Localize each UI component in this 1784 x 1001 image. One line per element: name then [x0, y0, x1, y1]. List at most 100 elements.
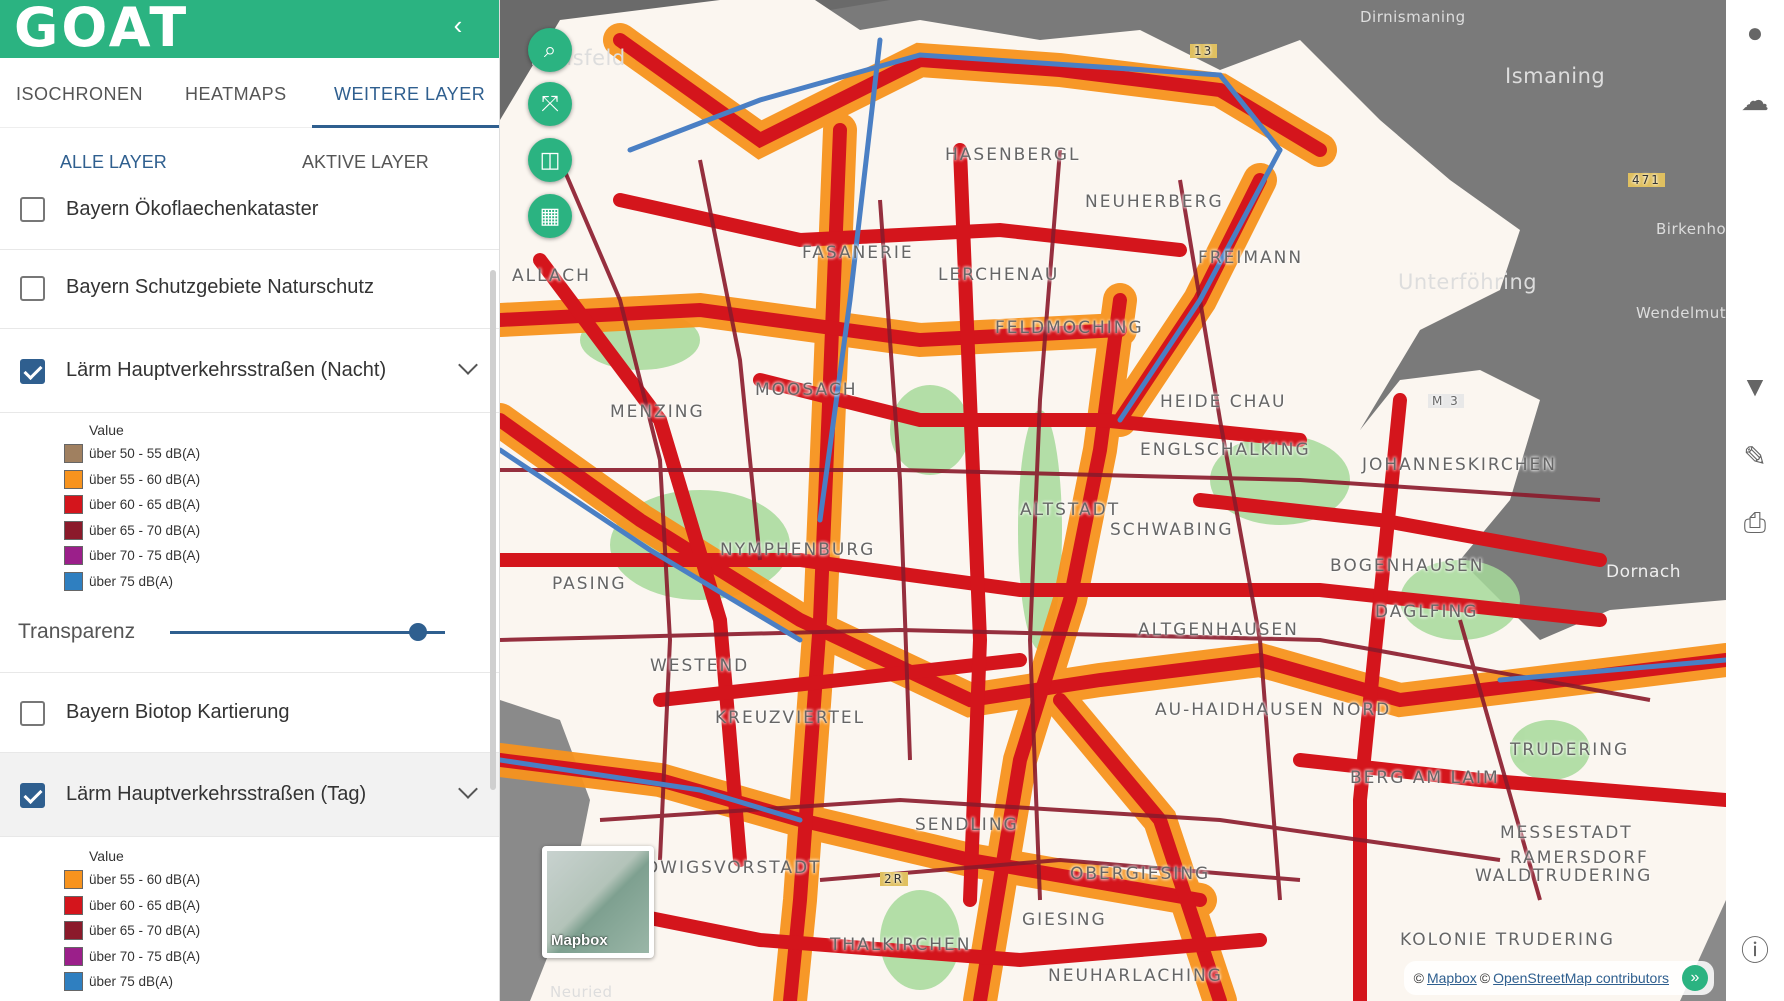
legend-swatch [64, 870, 83, 890]
attribution-toggle-button[interactable]: » [1682, 965, 1708, 991]
layer-checkbox[interactable] [20, 197, 45, 222]
map-label: ALTGENHAUSEN [1138, 620, 1299, 640]
map-label: BOGENHAUSEN [1330, 556, 1485, 576]
legend-item: über 75 dB(A) [64, 969, 499, 995]
legend-label: über 65 - 70 dB(A) [89, 923, 201, 939]
transparency-control: Transparenz [0, 594, 499, 673]
layer-item[interactable]: Bayern Schutzgebiete Naturschutz [0, 250, 499, 329]
tab-isochronen[interactable]: ISOCHRONEN [16, 84, 143, 105]
user-icon[interactable]: ● [1740, 18, 1770, 48]
basemap-switcher[interactable]: Mapbox [542, 846, 654, 958]
legend-swatch [64, 946, 83, 966]
transparency-label: Transparenz [18, 620, 136, 643]
layer-item[interactable]: Bayern Biotop Kartierung [0, 673, 499, 753]
ruler-icon[interactable]: ◫ [528, 138, 572, 182]
layer-checkbox[interactable] [20, 276, 45, 301]
map-label: RAMERSDORF [1510, 848, 1649, 868]
legend-item: über 55 - 60 dB(A) [64, 867, 499, 893]
layer-item[interactable]: Bayern Ökoflaechenkataster [0, 174, 499, 250]
print-icon[interactable]: ⎙ [1740, 508, 1770, 538]
legend-item: über 55 - 60 dB(A) [64, 467, 499, 493]
legend-day: Value über 55 - 60 dB(A) über 60 - 65 dB(… [0, 837, 499, 995]
map-label: MOOSACH [755, 380, 858, 400]
edit-icon[interactable]: ✎ [1740, 442, 1770, 472]
transparency-slider-thumb[interactable] [408, 623, 427, 641]
layer-checkbox[interactable] [20, 359, 45, 384]
map-label: 13 [1190, 44, 1218, 58]
subtab-aktive-layer[interactable]: AKTIVE LAYER [302, 152, 429, 173]
layer-item[interactable]: Lärm Hauptverkehrsstraßen (Tag) [0, 753, 499, 837]
legend-swatch [64, 520, 83, 540]
legend-label: über 70 - 75 dB(A) [89, 948, 201, 964]
legend-title: Value [89, 422, 124, 438]
layer-checkbox[interactable] [20, 783, 45, 808]
legend-label: über 75 dB(A) [89, 573, 174, 589]
subtab-alle-layer[interactable]: ALLE LAYER [60, 152, 167, 173]
layer-checkbox[interactable] [20, 701, 45, 726]
map-label: THALKIRCHEN [830, 935, 972, 955]
search-icon[interactable]: ⌕ [528, 28, 572, 72]
legend-item: über 75 dB(A) [64, 569, 499, 595]
legend-swatch [64, 444, 83, 464]
legend-label: über 70 - 75 dB(A) [89, 548, 201, 564]
chevron-left-icon[interactable]: ‹ [443, 10, 473, 40]
chevron-down-icon[interactable] [458, 355, 478, 375]
copyright-symbol: © [1479, 970, 1491, 986]
map-label: BERG AM LAIM [1350, 768, 1500, 788]
layer-item[interactable]: Lärm Hauptverkehrsstraßen (Nacht) [0, 329, 499, 413]
cloud-icon[interactable]: ☁ [1740, 86, 1770, 116]
filter-icon[interactable]: ▼ [1740, 372, 1770, 402]
panel-header: GOAT ‹ [0, 0, 499, 59]
legend-title: Value [89, 848, 124, 864]
legend-label: über 75 dB(A) [89, 974, 174, 990]
info-icon[interactable]: ⓘ [1740, 936, 1770, 966]
basemap-label: Mapbox [551, 932, 608, 949]
tab-weitere-layer[interactable]: WEITERE LAYER [334, 84, 485, 105]
map-label: TRUDERING [1510, 740, 1630, 760]
legend-swatch [64, 546, 83, 566]
map-label: ENGLSCHALKING [1140, 440, 1311, 460]
mapbox-link[interactable]: Mapbox [1427, 970, 1477, 986]
map-label: KOLONIE TRUDERING [1400, 930, 1615, 950]
layer-label: Lärm Hauptverkehrsstraßen (Tag) [66, 783, 367, 805]
map-icon[interactable]: ▦ [528, 194, 572, 238]
map-label: FREIMANN [1198, 248, 1304, 268]
osm-link[interactable]: OpenStreetMap contributors [1493, 970, 1669, 986]
map-label: SCHWABING [1110, 520, 1234, 540]
map-label: HASENBERGL [945, 145, 1081, 165]
map-label: JOHANNESKIRCHEN [1362, 455, 1558, 475]
map-label: Unterföhring [1398, 270, 1538, 294]
map-label: Dirnismaning [1360, 8, 1466, 26]
map-label: FASANERIE [802, 243, 914, 263]
legend-swatch [64, 895, 83, 915]
map-label: ALLACH [512, 266, 591, 286]
legend-swatch [64, 469, 83, 489]
map-label: Dornach [1606, 562, 1681, 582]
map-label: Birkenhof [1656, 220, 1726, 238]
chevron-down-icon[interactable] [458, 779, 478, 799]
map-label: LERCHENAU [938, 265, 1060, 285]
legend-label: über 50 - 55 dB(A) [89, 446, 201, 462]
map-label: DAGLFING [1375, 602, 1479, 622]
main-tabs: ISOCHRONEN HEATMAPS WEITERE LAYER [0, 58, 499, 128]
map-attribution: © Mapbox © OpenStreetMap contributors » [1403, 961, 1714, 995]
map-label: Neuried [550, 983, 613, 1001]
fullscreen-icon[interactable]: ⤧ [528, 82, 572, 126]
map-label: HEIDE CHAU [1160, 392, 1287, 412]
map-label: WESTEND [650, 656, 750, 676]
legend-swatch [64, 921, 83, 941]
map-label: NEUHERBERG [1085, 192, 1224, 212]
legend-swatch [64, 495, 83, 515]
goat-logo: GOAT [14, 0, 190, 59]
copyright-symbol: © [1413, 970, 1424, 986]
map-view[interactable]: Karlsfeld Dirnismaning Ismaning HASENBER… [500, 0, 1726, 1001]
map-label: NYMPHENBURG [720, 540, 876, 560]
map-label: MESSESTADT [1500, 823, 1633, 843]
legend-label: über 55 - 60 dB(A) [89, 471, 201, 487]
transparency-slider-track[interactable] [170, 631, 445, 634]
panel-scrollbar[interactable] [490, 270, 496, 790]
goat-app: GOAT ‹ ISOCHRONEN HEATMAPS WEITERE LAYER… [0, 0, 1784, 1001]
legend-swatch [64, 972, 83, 992]
tab-heatmaps[interactable]: HEATMAPS [185, 84, 287, 105]
legend-item: über 70 - 75 dB(A) [64, 944, 499, 970]
